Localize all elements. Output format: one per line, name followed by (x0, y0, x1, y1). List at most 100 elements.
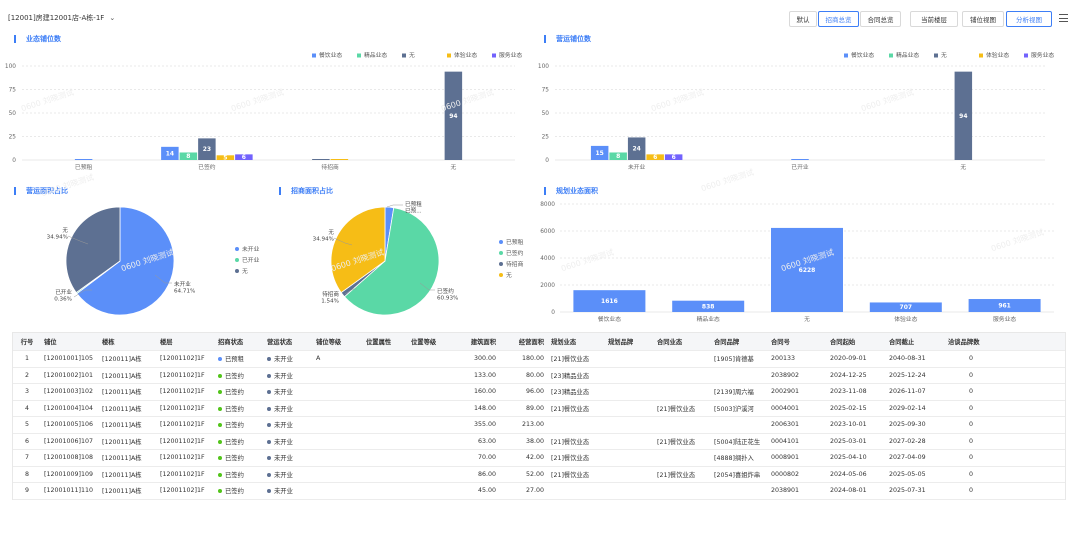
table-cell: [12001102]1F (160, 388, 205, 396)
column-header[interactable]: 铺位 (41, 337, 99, 346)
x-tick-label: 无 (804, 316, 810, 323)
bar-data-label: 838 (702, 303, 715, 310)
legend-label: 无 (941, 52, 947, 59)
column-header[interactable]: 楼层 (157, 337, 215, 346)
chevron-down-icon[interactable]: ⌄ (109, 14, 115, 22)
table-cell: 0 (968, 355, 973, 363)
btn-contract-overview[interactable]: 合同总览 (860, 11, 901, 27)
table-row[interactable]: 3 [12001003]102 [120011]A栋 [12001102]1F 已签约 未… (13, 384, 1065, 401)
table-cell: 2020-09-01 (830, 355, 867, 363)
table-row[interactable]: 5 [12001005]106 [120011]A栋 [12001102]1F 已签约 未… (13, 417, 1065, 434)
y-tick-label: 25 (9, 135, 17, 141)
table-row[interactable]: 6 [12001006]107 [120011]A栋 [12001102]1F 已签约 未… (13, 434, 1065, 450)
legend-swatch (499, 262, 503, 266)
table-cell: [12001005]106 (44, 421, 93, 429)
status-text: 未开业 (274, 471, 293, 479)
table-cell: 0 (968, 454, 973, 462)
bar-data-label: 8 (186, 153, 190, 160)
column-header[interactable]: 规划业态 (548, 337, 605, 346)
table-cell: 0 (968, 487, 973, 495)
legend-label: 未开业 (242, 245, 260, 253)
table-cell: [120011]A栋 (102, 372, 142, 380)
table-cell: 0 (968, 470, 973, 478)
legend-swatch (979, 53, 983, 58)
bar-data-label: 15 (595, 150, 603, 157)
table-row[interactable]: 2 [12001002]101 [120011]A栋 [12001102]1F 已签约 未… (13, 368, 1065, 384)
column-header[interactable]: 位置等级 (408, 337, 458, 346)
bar-data-label: 5 (223, 155, 227, 162)
column-header[interactable]: 建筑面积 (458, 337, 500, 346)
column-header[interactable]: 行号 (13, 337, 41, 346)
table-row[interactable]: 4 [12001004]104 [120011]A栋 [12001102]1F 已签约 未… (13, 401, 1065, 417)
y-tick-label: 2000 (540, 283, 555, 289)
table-row[interactable]: 9 [12001011]110 [120011]A栋 [12001102]1F 已签约 未… (13, 483, 1065, 500)
table-cell: 2006301 (771, 421, 800, 429)
status-dot-icon (267, 390, 271, 395)
column-header[interactable]: 位置属性 (363, 337, 408, 346)
column-header[interactable]: 合同号 (768, 337, 827, 346)
column-header[interactable]: 合同品牌 (711, 337, 768, 346)
table-header: 行号 铺位 楼栋 楼层 招商状态 营运状态 铺位等级 位置属性 位置等级 建筑面积 经营面积 规划业态… (13, 333, 1065, 351)
table-cell: 未开业 (264, 437, 313, 446)
legend-label: 无 (506, 272, 512, 279)
bar-data-label: 6 (653, 154, 657, 161)
bar-data-label: 14 (166, 150, 174, 157)
legend-label: 已开业 (242, 256, 260, 264)
table-cell: [23]精品业态 (551, 389, 590, 397)
table-cell: 2025-09-30 (889, 421, 926, 429)
status-dot-icon (267, 373, 271, 378)
table-row[interactable]: 1 [12001001]105 [120011]A栋 [12001102]1F 已预租 未… (13, 351, 1065, 368)
column-header[interactable]: 经营面积 (500, 337, 548, 346)
bar-data-label: 6228 (799, 267, 816, 274)
status-dot-icon (267, 423, 271, 428)
table-cell: 63.00 (477, 437, 496, 445)
bar-data-label: 6 (242, 154, 246, 161)
column-header[interactable]: 招商状态 (215, 337, 264, 346)
bar-data-label: 94 (449, 113, 457, 120)
status-text: 未开业 (274, 488, 293, 496)
table-cell: 0000802 (771, 470, 800, 478)
bar-data-label: 1616 (601, 298, 618, 305)
table-cell: [21]餐饮业态 (657, 438, 696, 446)
table-body: 1 [12001001]105 [120011]A栋 [12001102]1F 已预租未… (13, 351, 1065, 500)
menu-icon[interactable] (1059, 14, 1068, 22)
column-header[interactable]: 合同截止 (886, 337, 945, 346)
column-header[interactable]: 营运状态 (264, 337, 313, 346)
table-cell: [12001102]1F (160, 404, 205, 412)
table-row[interactable]: 8 [12001009]109 [120011]A栋 [12001102]1F 已签约 未… (13, 467, 1065, 483)
table-cell: 2025-04-10 (830, 454, 867, 462)
status-dot-icon (218, 423, 222, 428)
table-cell: 2027-04-09 (889, 454, 926, 462)
x-tick-label: 已签约 (198, 163, 216, 171)
btn-slot-view[interactable]: 铺位视图 (962, 11, 1004, 27)
table-cell: 96.00 (525, 388, 544, 396)
table-cell: [5003]沪溪河 (714, 405, 754, 413)
column-header[interactable]: 规划品牌 (605, 337, 654, 346)
btn-current-floor[interactable]: 当前楼层 (910, 11, 958, 27)
table-cell: 2026-11-07 (889, 388, 926, 396)
pie-percent-label: 34.94% (47, 235, 68, 241)
table-row[interactable]: 7 [12001008]108 [120011]A栋 [12001102]1F 已签约 未… (13, 450, 1065, 467)
column-header[interactable]: 合同起始 (827, 337, 886, 346)
table-cell: 300.00 (473, 355, 496, 363)
table-cell: [12001102]1F (160, 487, 205, 495)
btn-analysis-view[interactable]: 分析视图 (1006, 11, 1052, 27)
column-header[interactable]: 合同业态 (654, 337, 711, 346)
bar-data-label: 8 (616, 153, 620, 160)
column-header[interactable]: 铺位等级 (313, 337, 363, 346)
y-tick-label: 8000 (540, 202, 555, 208)
btn-default[interactable]: 默认 (789, 11, 817, 27)
status-text: 已签约 (225, 471, 244, 479)
status-dot-icon (218, 456, 222, 461)
status-dot-icon (218, 439, 222, 444)
table-cell: 2002901 (771, 388, 800, 396)
legend-label: 餐饮业态 (319, 51, 342, 59)
table-cell: [120011]A栋 (102, 455, 142, 463)
column-header[interactable]: 楼栋 (99, 337, 157, 346)
table-cell: [120011]A栋 (102, 438, 142, 446)
table-cell: 5 (24, 421, 29, 429)
column-header[interactable]: 洽谈品牌数 (945, 337, 997, 346)
btn-investment-overview[interactable]: 招商总览 (818, 11, 859, 27)
breadcrumb[interactable]: [12001]房建12001店-A栋-1F ⌄ (8, 13, 115, 23)
table-cell: 未开业 (264, 470, 313, 479)
